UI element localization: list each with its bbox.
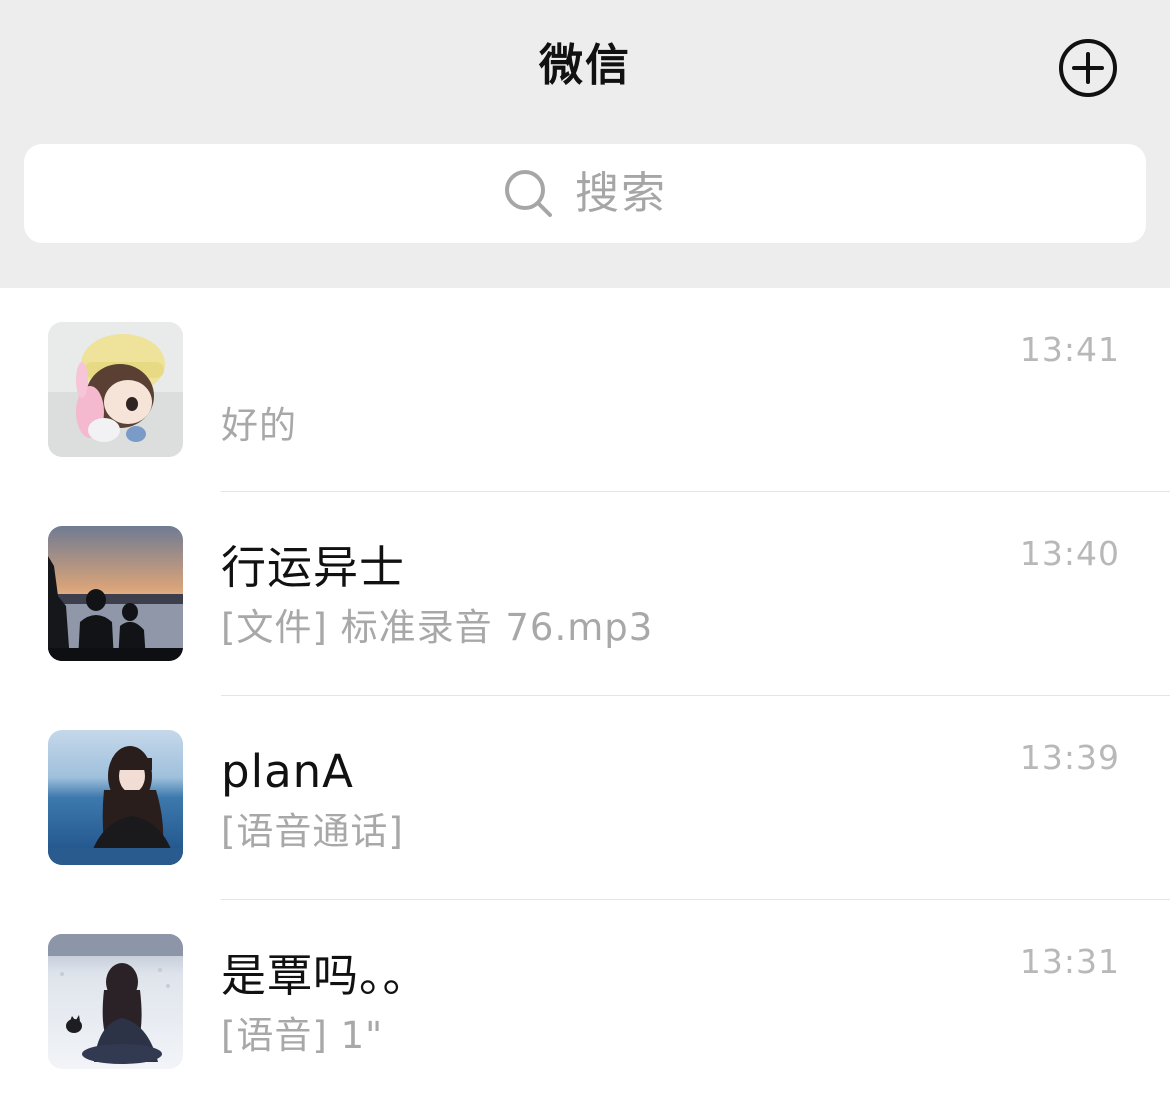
chat-name: 行运异士	[221, 541, 406, 594]
chat-name: planA	[221, 745, 354, 798]
add-button[interactable]	[1058, 38, 1118, 98]
chat-row[interactable]: 好的 13:41	[0, 288, 1170, 492]
avatar-girl-sea	[48, 730, 183, 865]
chat-preview: 好的	[221, 404, 297, 447]
chat-list: 好的 13:41 行运异士 [文件] 标准录音 76.mp3 13:40 pla…	[0, 288, 1170, 1096]
page-title: 微信	[539, 40, 631, 91]
chat-row[interactable]: planA [语音通话] 13:39	[0, 696, 1170, 900]
chat-time: 13:41	[1019, 330, 1120, 369]
avatar-sunset-lake	[48, 526, 183, 661]
search-placeholder: 搜索	[575, 167, 667, 219]
chat-row[interactable]: 是覃吗。。 [语音] 1" 13:31	[0, 900, 1170, 1104]
chat-preview: [语音] 1"	[221, 1014, 384, 1057]
search-icon	[505, 169, 552, 217]
chat-time: 13:39	[1019, 738, 1120, 777]
chat-preview: [文件] 标准录音 76.mp3	[221, 606, 654, 649]
chat-name: 是覃吗。。	[221, 949, 429, 1002]
search-bar[interactable]: 搜索	[24, 144, 1146, 243]
chat-time: 13:31	[1019, 942, 1120, 981]
chat-row[interactable]: 行运异士 [文件] 标准录音 76.mp3 13:40	[0, 492, 1170, 696]
avatar-doll-yellow-hat	[48, 322, 183, 457]
plus-circle-icon	[1059, 39, 1117, 97]
chat-time: 13:40	[1019, 534, 1120, 573]
avatar-girl-snow-cat	[48, 934, 183, 1069]
search-content: 搜索	[24, 144, 1146, 243]
chat-preview: [语音通话]	[221, 810, 404, 853]
top-header: 微信 搜索	[0, 0, 1170, 288]
